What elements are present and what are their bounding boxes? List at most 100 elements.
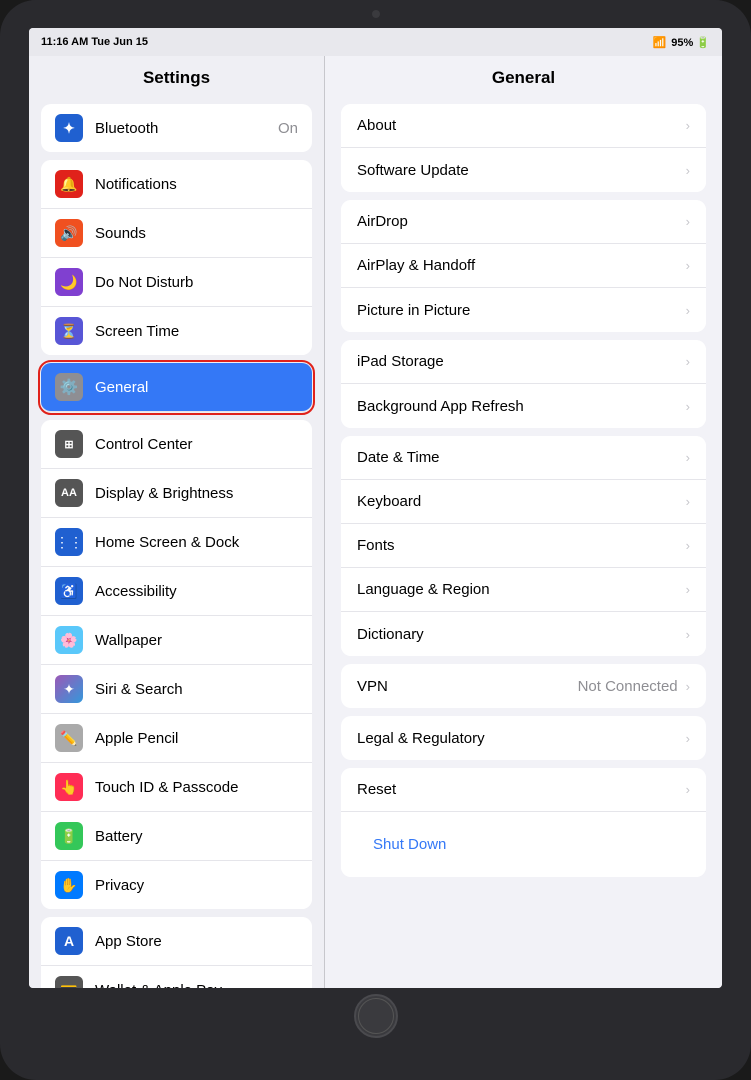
- ipad-storage-label: iPad Storage: [357, 353, 682, 370]
- panel-item-background-app-refresh[interactable]: Background App Refresh ›: [341, 384, 706, 428]
- panel-item-reset[interactable]: Reset ›: [341, 768, 706, 812]
- date-time-label: Date & Time: [357, 449, 682, 466]
- privacy-icon: ✋: [55, 871, 83, 899]
- panel-item-ipad-storage[interactable]: iPad Storage ›: [341, 340, 706, 384]
- airdrop-chevron: ›: [686, 214, 690, 229]
- panel-item-airdrop[interactable]: AirDrop ›: [341, 200, 706, 244]
- dictionary-label: Dictionary: [357, 626, 682, 643]
- sidebar-section-display: ⊞ Control Center AA Display & Brightness…: [41, 420, 312, 909]
- sidebar-section-apps: A App Store 💳 Wallet & Apple Pay: [41, 917, 312, 988]
- do-not-disturb-label: Do Not Disturb: [95, 274, 298, 291]
- apple-pencil-icon: ✏️: [55, 724, 83, 752]
- panel-item-language-region[interactable]: Language & Region ›: [341, 568, 706, 612]
- software-update-chevron: ›: [686, 163, 690, 178]
- touch-id-icon: 👆: [55, 773, 83, 801]
- panel-item-shut-down[interactable]: Shut Down: [341, 812, 706, 877]
- panel-section-datetime: Date & Time › Keyboard › Fonts › Languag…: [341, 436, 706, 656]
- sidebar-item-apple-pencil[interactable]: ✏️ Apple Pencil: [41, 714, 312, 763]
- airplay-handoff-chevron: ›: [686, 258, 690, 273]
- accessibility-label: Accessibility: [95, 583, 298, 600]
- display-brightness-label: Display & Brightness: [95, 485, 298, 502]
- touch-id-label: Touch ID & Passcode: [95, 779, 298, 796]
- sidebar-item-sounds[interactable]: 🔊 Sounds: [41, 209, 312, 258]
- picture-in-picture-label: Picture in Picture: [357, 302, 682, 319]
- bottom-bar: [0, 988, 751, 1044]
- content-area: Settings ✦ Bluetooth On 🔔 Notifications: [29, 56, 722, 988]
- sidebar-item-app-store[interactable]: A App Store: [41, 917, 312, 966]
- reset-label: Reset: [357, 781, 682, 798]
- panel-item-legal[interactable]: Legal & Regulatory ›: [341, 716, 706, 760]
- sidebar-item-control-center[interactable]: ⊞ Control Center: [41, 420, 312, 469]
- keyboard-chevron: ›: [686, 494, 690, 509]
- background-app-refresh-label: Background App Refresh: [357, 398, 682, 415]
- sidebar-item-wallet[interactable]: 💳 Wallet & Apple Pay: [41, 966, 312, 988]
- sidebar-item-display-brightness[interactable]: AA Display & Brightness: [41, 469, 312, 518]
- sounds-label: Sounds: [95, 225, 298, 242]
- software-update-label: Software Update: [357, 162, 682, 179]
- panel-item-picture-in-picture[interactable]: Picture in Picture ›: [341, 288, 706, 332]
- panel-item-fonts[interactable]: Fonts ›: [341, 524, 706, 568]
- sidebar-item-siri-search[interactable]: ✦ Siri & Search: [41, 665, 312, 714]
- sidebar-item-battery[interactable]: 🔋 Battery: [41, 812, 312, 861]
- sidebar-section-bluetooth: ✦ Bluetooth On: [41, 104, 312, 152]
- panel-section-storage: iPad Storage › Background App Refresh ›: [341, 340, 706, 428]
- panel-item-software-update[interactable]: Software Update ›: [341, 148, 706, 192]
- panel-item-vpn[interactable]: VPN Not Connected ›: [341, 664, 706, 708]
- home-screen-label: Home Screen & Dock: [95, 534, 298, 551]
- notifications-label: Notifications: [95, 176, 298, 193]
- reset-chevron: ›: [686, 782, 690, 797]
- panel-item-dictionary[interactable]: Dictionary ›: [341, 612, 706, 656]
- fonts-label: Fonts: [357, 537, 682, 554]
- battery-item-icon: 🔋: [55, 822, 83, 850]
- dictionary-chevron: ›: [686, 627, 690, 642]
- wallet-icon: 💳: [55, 976, 83, 988]
- shut-down-label[interactable]: Shut Down: [357, 824, 462, 865]
- status-bar: 11:16 AM Tue Jun 15 📶 95% 🔋: [29, 28, 722, 56]
- bluetooth-icon: ✦: [55, 114, 83, 142]
- control-center-icon: ⊞: [55, 430, 83, 458]
- sidebar-item-accessibility[interactable]: ♿ Accessibility: [41, 567, 312, 616]
- sounds-icon: 🔊: [55, 219, 83, 247]
- bluetooth-value: On: [278, 120, 298, 137]
- legal-label: Legal & Regulatory: [357, 730, 682, 747]
- sidebar-item-wallpaper[interactable]: 🌸 Wallpaper: [41, 616, 312, 665]
- home-button-inner: [358, 998, 394, 1034]
- home-button[interactable]: [354, 994, 398, 1038]
- sidebar-item-home-screen[interactable]: ⋮⋮ Home Screen & Dock: [41, 518, 312, 567]
- sidebar-item-privacy[interactable]: ✋ Privacy: [41, 861, 312, 909]
- privacy-label: Privacy: [95, 877, 298, 894]
- airplay-handoff-label: AirPlay & Handoff: [357, 257, 682, 274]
- sidebar-item-touch-id[interactable]: 👆 Touch ID & Passcode: [41, 763, 312, 812]
- status-right: 📶 95% 🔋: [653, 36, 711, 49]
- sidebar-title: Settings: [29, 56, 324, 96]
- panel-section-about: About › Software Update ›: [341, 104, 706, 192]
- panel-section-legal: Legal & Regulatory ›: [341, 716, 706, 760]
- screen: 11:16 AM Tue Jun 15 📶 95% 🔋 Settings ✦: [29, 28, 722, 988]
- general-item-wrapper: ⚙️ General: [41, 363, 312, 412]
- app-store-icon: A: [55, 927, 83, 955]
- airdrop-label: AirDrop: [357, 213, 682, 230]
- panel-item-airplay-handoff[interactable]: AirPlay & Handoff ›: [341, 244, 706, 288]
- battery-label: Battery: [95, 828, 298, 845]
- bluetooth-label: Bluetooth: [95, 120, 278, 137]
- panel-section-airdrop: AirDrop › AirPlay & Handoff › Picture in…: [341, 200, 706, 332]
- battery-icon: 🔋: [696, 37, 710, 49]
- panel-item-keyboard[interactable]: Keyboard ›: [341, 480, 706, 524]
- sidebar-section-notifications: 🔔 Notifications 🔊 Sounds 🌙 Do Not Distur…: [41, 160, 312, 355]
- vpn-label: VPN: [357, 678, 578, 695]
- sidebar-item-general[interactable]: ⚙️ General: [41, 363, 312, 412]
- siri-search-label: Siri & Search: [95, 681, 298, 698]
- legal-chevron: ›: [686, 731, 690, 746]
- panel-item-about[interactable]: About ›: [341, 104, 706, 148]
- panel-item-date-time[interactable]: Date & Time ›: [341, 436, 706, 480]
- sidebar-item-notifications[interactable]: 🔔 Notifications: [41, 160, 312, 209]
- about-label: About: [357, 117, 682, 134]
- sidebar-item-bluetooth[interactable]: ✦ Bluetooth On: [41, 104, 312, 152]
- wallpaper-label: Wallpaper: [95, 632, 298, 649]
- fonts-chevron: ›: [686, 538, 690, 553]
- screen-time-icon: ⏳: [55, 317, 83, 345]
- sidebar-item-do-not-disturb[interactable]: 🌙 Do Not Disturb: [41, 258, 312, 307]
- panel-title: General: [325, 56, 722, 96]
- picture-in-picture-chevron: ›: [686, 303, 690, 318]
- sidebar-item-screen-time[interactable]: ⏳ Screen Time: [41, 307, 312, 355]
